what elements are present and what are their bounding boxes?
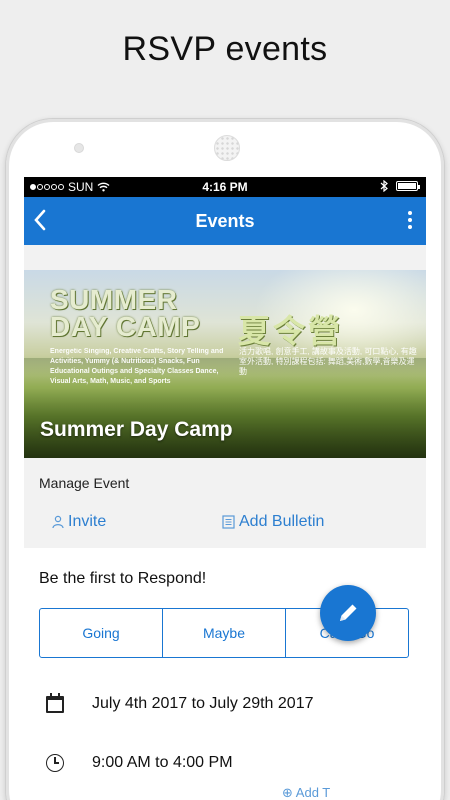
caption-title: RSVP events xyxy=(122,30,328,68)
app-bar: Events xyxy=(24,197,426,245)
rsvp-maybe-button[interactable]: Maybe xyxy=(163,609,286,657)
add-bulletin-label: Add Bulletin xyxy=(239,513,325,530)
camera-dot xyxy=(74,143,84,153)
phone-screen: SUN 4:16 PM Events SUMMER DAY CAMP 夏令營 E… xyxy=(24,177,426,800)
manage-event-label: Manage Event xyxy=(39,475,130,491)
time-range: 9:00 AM to 4:00 PM xyxy=(92,754,233,771)
clock-time: 4:16 PM xyxy=(202,180,248,194)
speaker-grille xyxy=(214,135,240,161)
more-vertical-icon[interactable] xyxy=(408,211,412,229)
invite-person-icon xyxy=(52,515,64,529)
banner-headline-en: SUMMER DAY CAMP xyxy=(50,284,201,342)
event-banner: SUMMER DAY CAMP 夏令營 Energetic Singing, C… xyxy=(24,270,426,458)
calendar-icon xyxy=(44,693,66,715)
bulletin-icon xyxy=(222,515,235,529)
invite-label: Invite xyxy=(68,513,107,530)
battery-icon xyxy=(396,181,420,191)
event-name: Summer Day Camp xyxy=(40,418,233,441)
respond-prompt: Be the first to Respond! xyxy=(39,570,207,587)
rsvp-going-button[interactable]: Going xyxy=(40,609,163,657)
time-row: 9:00 AM to 4:00 PM xyxy=(44,752,233,774)
banner-description-zh: 活力歌唱, 創意手工, 講故事及活動, 可口點心, 有趣室外活動, 特別課程包括… xyxy=(239,347,417,376)
clock-icon xyxy=(44,752,66,774)
add-to-calendar-icon: ⊕ xyxy=(282,785,296,800)
edit-fab-button[interactable] xyxy=(320,585,376,641)
add-to-calendar-link[interactable]: ⊕ Add T xyxy=(282,785,330,800)
event-details-card: Be the first to Respond! Going Maybe Can… xyxy=(24,548,426,800)
date-row: July 4th 2017 to July 29th 2017 xyxy=(44,693,314,715)
invite-button[interactable]: Invite xyxy=(52,513,106,531)
add-bulletin-button[interactable]: Add Bulletin xyxy=(222,513,324,531)
manage-event-section: Manage Event Invite Add Bulletin xyxy=(24,458,426,548)
pencil-icon xyxy=(340,604,357,621)
date-range: July 4th 2017 to July 29th 2017 xyxy=(92,695,314,712)
status-bar: SUN 4:16 PM xyxy=(24,177,426,197)
banner-description-en: Energetic Singing, Creative Crafts, Stor… xyxy=(50,348,224,385)
bluetooth-icon xyxy=(380,180,388,192)
page-title: Events xyxy=(195,211,255,231)
spacer xyxy=(24,245,426,270)
banner-headline-zh: 夏令營 xyxy=(238,313,344,349)
add-to-label: Add T xyxy=(295,785,331,800)
